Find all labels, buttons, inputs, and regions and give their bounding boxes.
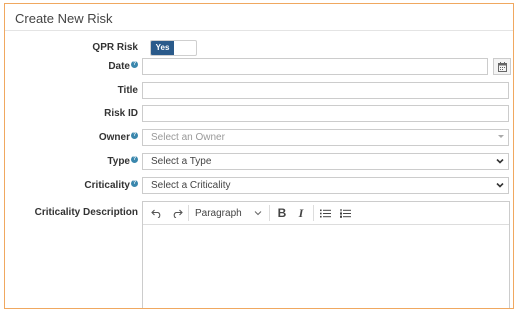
chevron-down-icon xyxy=(498,135,504,138)
type-row: Type? Select a Type xyxy=(5,153,513,171)
qpr-risk-label: QPR Risk xyxy=(92,42,138,53)
calendar-button[interactable] xyxy=(493,58,511,75)
panel-title: Create New Risk xyxy=(5,4,513,31)
numbered-list-button[interactable] xyxy=(337,202,353,224)
redo-icon xyxy=(173,209,183,218)
risk-id-control xyxy=(142,105,509,122)
qpr-risk-row: QPR Risk Yes xyxy=(5,39,513,57)
create-risk-panel: Create New Risk QPR Risk Yes Date? Title… xyxy=(4,3,514,309)
date-row: Date? xyxy=(5,58,513,76)
owner-label: Owner? xyxy=(98,132,138,143)
undo-button[interactable] xyxy=(146,202,166,224)
undo-icon xyxy=(150,209,160,218)
risk-id-input[interactable] xyxy=(142,105,509,122)
calendar-icon xyxy=(498,62,507,72)
rich-text-editor: Paragraph B I xyxy=(142,201,510,308)
help-icon[interactable]: ? xyxy=(131,61,138,68)
block-format-dropdown[interactable]: Paragraph xyxy=(190,202,266,224)
criticality-description-label: Criticality Description xyxy=(34,207,138,218)
italic-button[interactable]: I xyxy=(293,202,309,224)
toolbar-separator xyxy=(269,205,270,221)
bullet-list-icon xyxy=(319,209,331,217)
owner-select[interactable]: Select an Owner xyxy=(142,129,509,146)
title-label: Title xyxy=(117,85,138,96)
chevron-down-icon xyxy=(496,183,504,188)
bullet-list-button[interactable] xyxy=(317,202,333,224)
type-selected: Select a Type xyxy=(151,156,212,167)
numbered-list-icon xyxy=(339,208,351,218)
criticality-selected: Select a Criticality xyxy=(151,180,231,191)
help-icon[interactable]: ? xyxy=(131,180,138,187)
help-icon[interactable]: ? xyxy=(131,156,138,163)
type-select[interactable]: Select a Type xyxy=(142,153,509,170)
risk-id-label: Risk ID xyxy=(104,108,138,119)
help-icon[interactable]: ? xyxy=(131,132,138,139)
criticality-row: Criticality? Select a Criticality xyxy=(5,177,513,195)
date-label: Date? xyxy=(108,61,138,72)
redo-button[interactable] xyxy=(167,202,187,224)
toolbar-separator xyxy=(188,205,189,221)
chevron-down-icon xyxy=(254,210,262,215)
qpr-risk-toggle[interactable]: Yes xyxy=(150,40,197,56)
title-row: Title xyxy=(5,82,513,100)
title-control xyxy=(142,82,509,99)
qpr-risk-toggle-yes: Yes xyxy=(151,41,174,55)
criticality-select[interactable]: Select a Criticality xyxy=(142,177,509,194)
date-input[interactable] xyxy=(142,58,488,75)
title-input[interactable] xyxy=(142,82,509,99)
risk-id-row: Risk ID xyxy=(5,105,513,123)
type-label: Type? xyxy=(107,156,138,167)
toolbar-separator xyxy=(313,205,314,221)
owner-row: Owner? Select an Owner xyxy=(5,129,513,147)
criticality-label: Criticality? xyxy=(84,180,138,191)
chevron-down-icon xyxy=(496,159,504,164)
block-format-label: Paragraph xyxy=(195,207,242,219)
editor-content-area[interactable] xyxy=(143,225,509,308)
editor-toolbar: Paragraph B I xyxy=(143,202,509,225)
date-control xyxy=(142,58,512,75)
owner-placeholder: Select an Owner xyxy=(151,132,225,143)
bold-button[interactable]: B xyxy=(274,202,290,224)
